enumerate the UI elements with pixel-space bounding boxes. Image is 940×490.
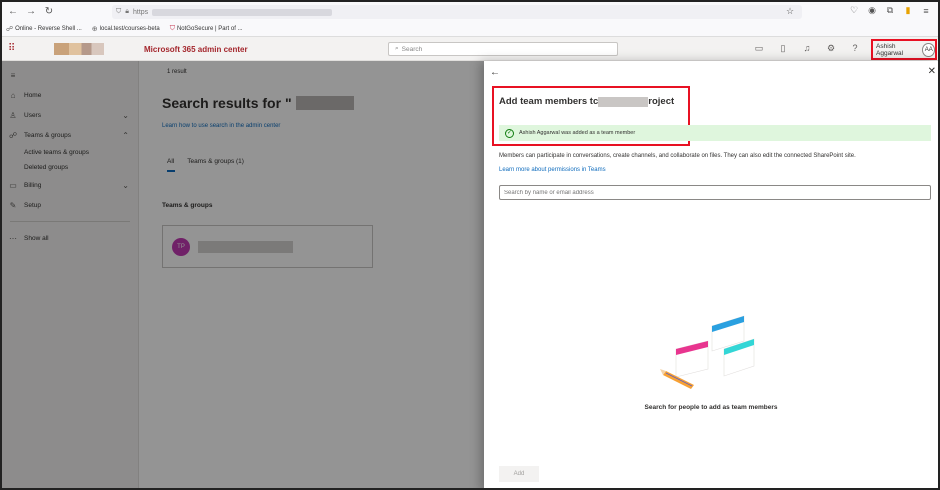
bookmark-item[interactable]: ⛉ NotGoSecure | Part of ...	[170, 25, 243, 33]
redacted-project-name	[598, 96, 649, 107]
app-header: ⠿ Microsoft 365 admin center ⌕ Search ▭ …	[2, 37, 938, 61]
app-title[interactable]: Microsoft 365 admin center	[144, 45, 248, 54]
empty-state-illustration	[660, 315, 755, 389]
add-button[interactable]: Add	[499, 466, 539, 482]
browser-extensions: ♡ ◉ ⧉ ▮ ≡	[848, 5, 932, 16]
bookmark-star-icon[interactable]: ☆	[786, 6, 794, 17]
account-icon[interactable]: ◉	[866, 5, 878, 16]
back-arrow-icon[interactable]: ←	[490, 67, 500, 78]
help-icon[interactable]: ?	[850, 43, 860, 54]
header-search[interactable]: ⌕ Search	[388, 42, 618, 56]
bookmark-item[interactable]: ☍ Online - Reverse Shell ...	[6, 25, 82, 33]
address-bar[interactable]: ⛉ 🔒︎ https	[112, 5, 802, 19]
success-message: Ashish Aggarwal was added as a team memb…	[519, 130, 636, 136]
success-banner: ✓ Ashish Aggarwal was added as a team me…	[499, 125, 931, 141]
user-name: Ashish Aggarwal	[876, 42, 904, 57]
people-search-input[interactable]	[499, 185, 931, 200]
back-arrow-icon[interactable]: ←	[6, 5, 20, 19]
gear-icon[interactable]: ⚙	[826, 43, 836, 54]
reload-icon[interactable]: ↻	[42, 5, 56, 19]
bell-icon[interactable]: ♫	[802, 43, 812, 54]
empty-state-text: Search for people to add as team members	[644, 404, 778, 411]
lock-icon: 🔒︎	[125, 8, 129, 15]
avatar: AA	[922, 42, 935, 57]
panel-description: Members can participate in conversations…	[499, 153, 856, 159]
checkmark-icon: ✓	[505, 128, 514, 138]
panel-title: Add team members tc roject	[499, 96, 675, 107]
bookmark-icon: ☍	[6, 26, 14, 33]
close-icon[interactable]: ✕	[928, 66, 936, 77]
shield-bookmark-icon: ⛉	[169, 25, 175, 32]
org-logo	[54, 43, 104, 55]
add-members-panel: ← ✕ Add team members tc roject ✓ Ashish …	[484, 61, 938, 488]
document-icon[interactable]: ▯	[778, 43, 788, 54]
bookmarks-bar: ☍ Online - Reverse Shell ... ⊕ local.test/…	[2, 22, 938, 37]
permissions-link[interactable]: Learn more about permissions in Teams	[499, 167, 606, 173]
url-redacted	[152, 8, 333, 16]
user-account[interactable]: Ashish Aggarwal AA	[871, 39, 937, 60]
bookmark-item[interactable]: ⊕ local.test/courses-beta	[92, 25, 160, 33]
extension-badge-icon[interactable]: ▮	[902, 5, 914, 16]
globe-icon: ⊕	[91, 26, 98, 33]
browser-toolbar: ← → ↻ ⛉ 🔒︎ https ☆ ♡ ◉ ⧉ ▮ ≡	[2, 2, 938, 22]
url-prefix: https	[132, 8, 149, 16]
pocket-icon[interactable]: ♡	[848, 5, 860, 16]
modal-overlay[interactable]	[2, 61, 484, 488]
search-icon: ⌕	[395, 45, 399, 52]
app-launcher-icon[interactable]: ⠿	[8, 43, 15, 54]
menu-icon[interactable]: ≡	[920, 6, 932, 16]
header-icons: ▭ ▯ ♫ ⚙ ?	[754, 43, 860, 54]
forward-arrow-icon[interactable]: →	[24, 5, 38, 19]
app-window: ← → ↻ ⛉ 🔒︎ https ☆ ♡ ◉ ⧉ ▮ ≡ ☍ Online - R…	[0, 0, 940, 490]
terminal-icon[interactable]: ▭	[754, 43, 764, 54]
shield-icon: ⛉	[116, 8, 122, 15]
extensions-icon[interactable]: ⧉	[884, 5, 896, 16]
